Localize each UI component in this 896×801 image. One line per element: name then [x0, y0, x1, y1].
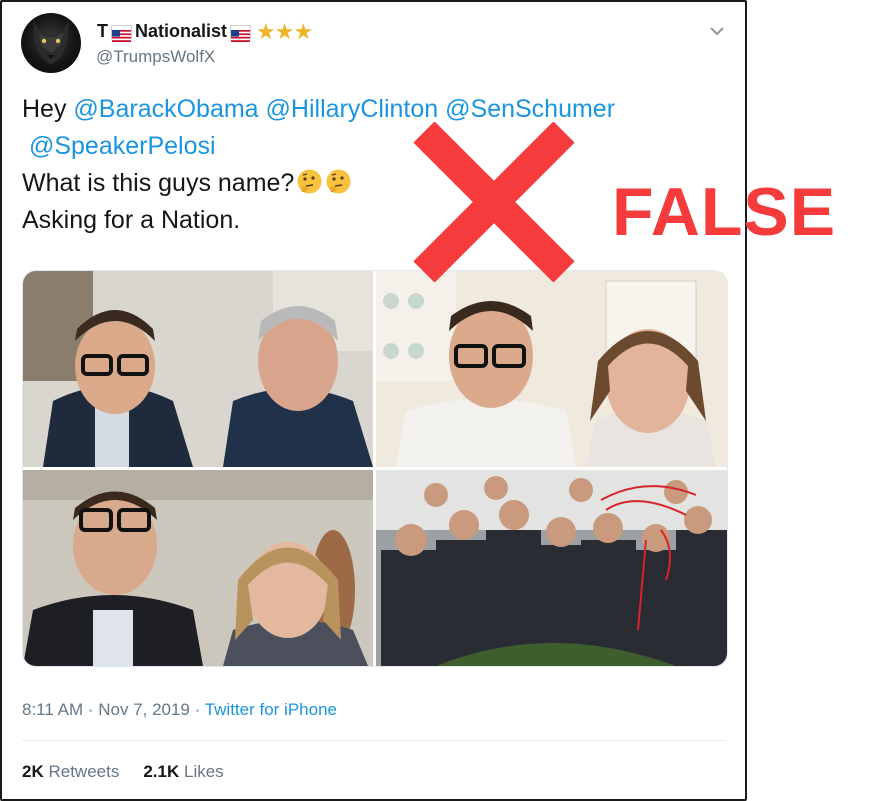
thinking-face-icon: [296, 168, 323, 195]
tweet-metadata: 8:11 AM · Nov 7, 2019 · Twitter for iPho…: [22, 700, 337, 720]
photo-4[interactable]: [376, 470, 727, 666]
tweet-text-closing: Asking for a Nation.: [22, 206, 241, 234]
x-mark-icon: [404, 121, 584, 283]
star-rating-icons: ★★★: [256, 18, 313, 44]
mention-link[interactable]: @SpeakerPelosi: [29, 132, 216, 160]
us-flag-icon: [111, 24, 132, 42]
mention-link[interactable]: @BarackObama: [73, 95, 258, 123]
photo-2[interactable]: [376, 271, 727, 467]
mention-link[interactable]: @HillaryClinton: [266, 95, 439, 123]
tweet-text: Hey @BarackObama @HillaryClinton @SenSch…: [22, 91, 712, 239]
retweets-stat[interactable]: 2K Retweets: [22, 762, 119, 782]
divider: [22, 740, 726, 741]
thinking-face-icon: [325, 168, 352, 195]
tweet-source-link[interactable]: Twitter for iPhone: [205, 700, 337, 719]
us-flag-icon: [230, 24, 252, 42]
retweets-count: 2K: [22, 762, 44, 781]
chevron-down-icon[interactable]: [708, 22, 726, 40]
tweet-timestamp[interactable]: 8:11 AM · Nov 7, 2019 ·: [22, 700, 205, 719]
display-name-main: Nationalist: [135, 21, 228, 41]
photo-grid: [22, 270, 728, 667]
wolf-avatar-image: [33, 21, 69, 65]
tweet-stats: 2K Retweets 2.1K Likes: [22, 762, 224, 782]
display-name[interactable]: T Nationalist ★★★: [97, 18, 313, 44]
user-handle[interactable]: @TrumpsWolfX: [96, 47, 215, 67]
tweet-text-greeting: Hey: [22, 95, 74, 123]
verdict-label: FALSE: [612, 174, 837, 250]
photo-3[interactable]: [23, 470, 373, 666]
photo-1[interactable]: [23, 271, 373, 467]
likes-count: 2.1K: [143, 762, 180, 781]
tweet-text-question: What is this guys name?: [22, 169, 295, 197]
likes-stat[interactable]: 2.1K Likes: [143, 762, 223, 782]
mention-link[interactable]: @SenSchumer: [445, 95, 615, 123]
display-name-prefix: T: [97, 21, 108, 41]
retweets-label: Retweets: [48, 762, 120, 781]
avatar[interactable]: [21, 13, 81, 73]
likes-label: Likes: [184, 762, 224, 781]
